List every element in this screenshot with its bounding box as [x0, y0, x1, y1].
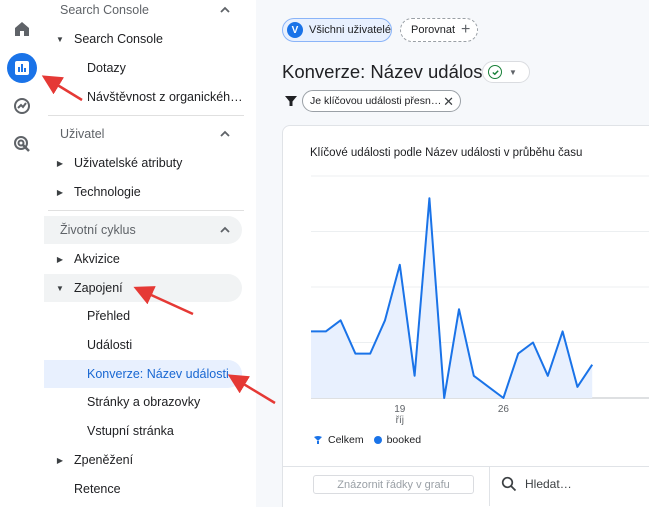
report-sidebar: Search Console ▼ Search Console Dotazy N…: [44, 0, 250, 507]
left-navigation-rail: [0, 0, 44, 507]
legend-drop-icon: [314, 436, 322, 444]
search-input[interactable]: Hledat…: [525, 477, 572, 491]
section-label: Životní cyklus: [60, 223, 136, 237]
sidebar-item-conversions[interactable]: Konverze: Název události: [44, 360, 242, 388]
filter-chip[interactable]: Je klíčovou události přesn… ✕: [302, 90, 461, 112]
x-tick-label: 26: [498, 404, 510, 415]
caret-right-icon: ▶: [56, 158, 64, 168]
caret-down-icon: ▼: [56, 34, 64, 44]
caret-down-icon: ▼: [56, 283, 64, 293]
caret-right-icon: ▶: [56, 254, 64, 264]
sidebar-item-label: Technologie: [74, 185, 141, 199]
advertising-icon[interactable]: [7, 129, 37, 159]
sidebar-item-label: Akvizice: [74, 252, 120, 266]
legend-item-booked[interactable]: booked: [373, 434, 422, 446]
check-circle-icon: [488, 65, 502, 79]
chart-legend: Celkem booked: [313, 434, 421, 446]
sidebar-item-organic-traffic[interactable]: Návštěvnost z organickéh…: [44, 83, 243, 111]
sidebar-item-dotazy[interactable]: Dotazy: [44, 54, 242, 82]
divider: [48, 115, 244, 116]
sidebar-item-label: Retence: [74, 482, 121, 496]
divider: [48, 210, 244, 211]
sidebar-item-engagement[interactable]: ▼ Zapojení: [44, 274, 242, 302]
sidebar-item-label: Search Console: [74, 32, 163, 46]
sidebar-item-label: Dotazy: [87, 61, 126, 75]
line-chart: 19říj 26: [311, 175, 649, 426]
close-icon[interactable]: ✕: [443, 94, 454, 110]
legend-dot: [373, 436, 382, 444]
chevron-up-icon: [220, 226, 230, 233]
filter-label: Je klíčovou události přesn…: [310, 95, 442, 107]
chip-label: Všichni uživatelé: [309, 24, 391, 36]
sidebar-item-search-console[interactable]: ▼ Search Console: [44, 25, 242, 53]
sidebar-item-technology[interactable]: ▶ Technologie: [44, 178, 242, 206]
sidebar-item-landing-page[interactable]: Vstupní stránka: [44, 417, 242, 445]
sidebar-item-events[interactable]: Události: [44, 331, 242, 359]
chevron-up-icon: [220, 130, 230, 137]
legend-item-total[interactable]: Celkem: [313, 434, 364, 446]
section-user[interactable]: Uživatel: [44, 120, 242, 148]
page-title: Konverze: Název události: [282, 61, 492, 82]
dropdown-arrow-icon: ▼: [509, 67, 517, 77]
sidebar-item-label: Uživatelské atributy: [74, 156, 183, 170]
report-main: V Všichni uživatelé Porovnat + Konverze:…: [256, 0, 649, 507]
legend-label: Celkem: [328, 434, 364, 446]
avatar: V: [287, 22, 303, 38]
section-label: Uživatel: [60, 127, 105, 141]
sidebar-item-overview[interactable]: Přehled: [44, 302, 242, 330]
sidebar-item-user-attributes[interactable]: ▶ Uživatelské atributy: [44, 149, 242, 177]
section-label: Search Console: [60, 3, 149, 17]
explore-icon[interactable]: [7, 91, 37, 121]
sidebar-item-acquisition[interactable]: ▶ Akvizice: [44, 245, 242, 273]
filter-icon[interactable]: [284, 94, 298, 108]
x-tick-label: 19: [394, 404, 406, 415]
chart-card: Klíčové události podle Název události v …: [282, 125, 649, 507]
search-icon[interactable]: [501, 476, 517, 492]
section-lifecycle[interactable]: Životní cyklus: [44, 216, 242, 244]
divider: [489, 466, 490, 506]
legend-label: booked: [386, 434, 422, 446]
sidebar-item-pages-screens[interactable]: Stránky a obrazovky: [44, 388, 242, 416]
sidebar-item-label: Události: [87, 338, 133, 352]
status-dropdown[interactable]: ▼: [482, 61, 530, 83]
plus-icon: +: [461, 21, 471, 38]
sidebar-item-retention[interactable]: Retence: [44, 475, 242, 503]
chevron-up-icon: [220, 6, 230, 13]
plot-rows-button[interactable]: Znázornit řádky v grafu: [313, 475, 474, 494]
chip-label: Porovnat: [411, 24, 456, 36]
sidebar-item-label: Vstupní stránka: [87, 424, 174, 438]
sidebar-item-label: Zpeněžení: [74, 453, 134, 467]
sidebar-item-monetization[interactable]: ▶ Zpeněžení: [44, 446, 242, 474]
caret-right-icon: ▶: [56, 455, 64, 465]
sidebar-item-label: Přehled: [87, 309, 131, 323]
x-tick-sublabel: říj: [396, 415, 404, 426]
sidebar-item-label: Konverze: Název události: [87, 367, 229, 381]
section-search-console[interactable]: Search Console: [44, 0, 242, 24]
divider: [283, 466, 649, 467]
sidebar-item-label: Zapojení: [74, 281, 123, 295]
sidebar-item-label: Návštěvnost z organickéh…: [87, 90, 243, 104]
compare-button[interactable]: Porovnat +: [400, 18, 478, 42]
all-users-chip[interactable]: V Všichni uživatelé: [282, 18, 392, 42]
caret-right-icon: ▶: [56, 187, 64, 197]
reports-icon[interactable]: [7, 53, 37, 83]
sidebar-item-label: Stránky a obrazovky: [87, 395, 201, 409]
home-icon[interactable]: [7, 14, 37, 44]
